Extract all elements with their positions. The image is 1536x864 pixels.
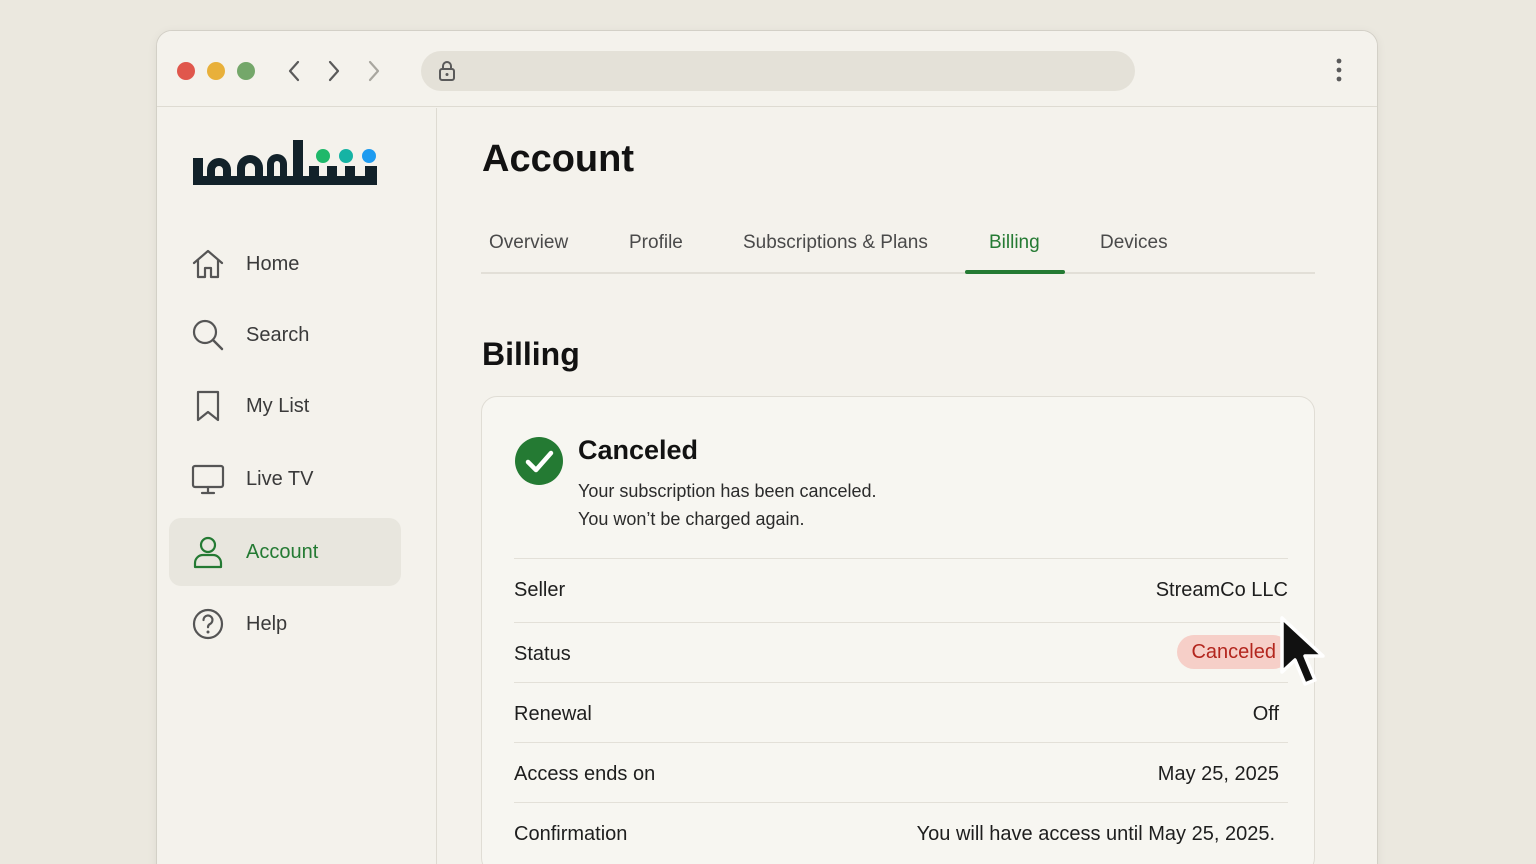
user-icon xyxy=(191,535,225,569)
sidebar-item-label: Home xyxy=(246,252,300,275)
sidebar-item-label: Live TV xyxy=(246,467,314,490)
search-icon xyxy=(191,318,225,352)
billing-card: Canceled Your subscription has been canc… xyxy=(481,396,1315,864)
row-label: Status xyxy=(514,643,571,665)
forward-disabled-arrow-icon[interactable] xyxy=(361,57,387,85)
row-value: Off xyxy=(1252,703,1279,725)
browser-window: Home Search My List Live TV Account Help… xyxy=(156,30,1378,864)
row-label: Confirmation xyxy=(514,823,628,845)
sidebar-item-label: Help xyxy=(246,612,288,635)
status-title: Canceled xyxy=(578,435,699,465)
page-title: Account xyxy=(482,138,634,180)
table-row: Status Canceled xyxy=(514,622,1290,682)
address-bar[interactable] xyxy=(421,51,1135,91)
row-label: Renewal xyxy=(514,703,592,725)
sidebar-item-home[interactable]: Home xyxy=(169,230,401,298)
row-value: StreamCo LLC xyxy=(1155,579,1288,601)
table-row: Seller StreamCo LLC xyxy=(514,558,1288,618)
forward-arrow-icon[interactable] xyxy=(321,57,347,85)
tab-subscriptions-plans[interactable]: Subscriptions & Plans xyxy=(743,232,928,254)
brand-logo[interactable] xyxy=(193,136,381,192)
check-circle-icon xyxy=(514,436,564,486)
tab-devices[interactable]: Devices xyxy=(1100,232,1168,254)
sidebar-item-account[interactable]: Account xyxy=(169,518,401,586)
sidebar-item-label: My List xyxy=(246,394,310,417)
status-badge: Canceled xyxy=(1177,635,1290,669)
bookmark-icon xyxy=(191,389,225,423)
back-arrow-icon[interactable] xyxy=(281,57,307,85)
status-message-secondary: You won’t be charged again. xyxy=(578,509,805,529)
minimize-dot[interactable] xyxy=(207,62,225,80)
sidebar-item-help[interactable]: Help xyxy=(169,590,401,658)
tab-overview[interactable]: Overview xyxy=(489,232,568,254)
sidebar: Home Search My List Live TV Account Help xyxy=(157,108,437,864)
row-value: You will have access until May 25, 2025. xyxy=(916,823,1275,845)
status-message: Your subscription has been canceled. xyxy=(578,481,877,501)
tab-billing[interactable]: Billing xyxy=(989,232,1040,254)
active-tab-indicator xyxy=(965,270,1065,274)
address-input[interactable] xyxy=(469,51,1119,91)
section-title: Billing xyxy=(482,336,580,372)
table-row: Confirmation You will have access until … xyxy=(514,802,1288,862)
lock-icon xyxy=(438,60,456,87)
row-label: Access ends on xyxy=(514,763,656,785)
help-icon xyxy=(191,607,225,641)
table-row: Renewal Off xyxy=(514,682,1288,742)
sidebar-item-my-list[interactable]: My List xyxy=(169,372,401,440)
home-icon xyxy=(191,247,225,281)
main-content: Account Overview Profile Subscriptions &… xyxy=(481,108,1315,864)
row-value: May 25, 2025 xyxy=(1157,763,1279,785)
maximize-dot[interactable] xyxy=(237,62,255,80)
kebab-menu-icon[interactable] xyxy=(1327,55,1351,85)
account-tabs: Overview Profile Subscriptions & Plans B… xyxy=(481,226,1315,274)
sidebar-item-live-tv[interactable]: Live TV xyxy=(169,445,401,513)
monitor-icon xyxy=(191,462,225,496)
close-dot[interactable] xyxy=(177,62,195,80)
table-row: Access ends on May 25, 2025 xyxy=(514,742,1288,802)
browser-toolbar xyxy=(157,31,1377,107)
tab-profile[interactable]: Profile xyxy=(629,232,683,254)
row-label: Seller xyxy=(514,579,566,601)
sidebar-item-label: Account xyxy=(246,540,319,563)
sidebar-item-search[interactable]: Search xyxy=(169,301,401,369)
sidebar-item-label: Search xyxy=(246,323,310,346)
